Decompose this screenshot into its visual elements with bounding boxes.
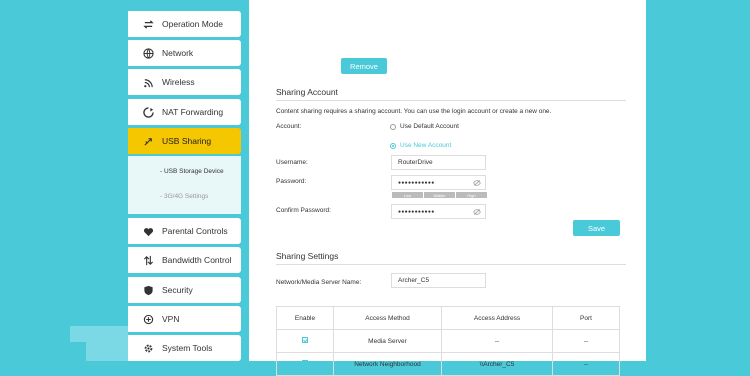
sidebar-item-wireless[interactable]: Wireless (128, 69, 241, 95)
username-label: Username: (276, 159, 308, 166)
sidebar-item-parental-controls[interactable]: Parental Controls (128, 218, 241, 244)
server-name-label: Network/Media Server Name: (276, 279, 362, 286)
sidebar-item-label: Security (162, 285, 193, 295)
table-row: Media Server -- -- (276, 329, 620, 353)
table-cell: Network Neighborhood (333, 352, 442, 376)
table-cell: Media Server (333, 329, 442, 353)
strength-middle: Middle (424, 192, 455, 198)
globe-icon (142, 47, 154, 59)
sharing-settings-title: Sharing Settings (276, 251, 339, 261)
sidebar-item-label: Network (162, 48, 194, 58)
submenu-item-usb-storage[interactable]: - USB Storage Device (160, 168, 224, 175)
vpn-icon (142, 313, 154, 325)
table-cell: -- (441, 329, 553, 353)
password-strength-meter: Low Middle High (392, 192, 487, 198)
sidebar-item-label: Parental Controls (162, 226, 228, 236)
sharing-account-description: Content sharing requires a sharing accou… (276, 108, 552, 115)
eye-icon[interactable] (473, 179, 481, 187)
heart-icon (142, 225, 154, 237)
sidebar-item-security[interactable]: Security (128, 277, 241, 303)
confirm-password-label: Confirm Password: (276, 207, 331, 214)
table-row: Network Neighborhood \\Archer_C5 -- (276, 352, 620, 376)
radio-new-account[interactable] (390, 143, 396, 149)
option-new-label[interactable]: Use New Account (400, 142, 451, 149)
nat-icon (142, 106, 154, 118)
sidebar-item-label: NAT Forwarding (162, 107, 224, 117)
sidebar-item-nat-forwarding[interactable]: NAT Forwarding (128, 99, 241, 125)
table-cell: \\Archer_C5 (441, 352, 553, 376)
divider (276, 264, 626, 265)
column-header: Port (552, 306, 620, 330)
username-value: RouterDrive (398, 159, 433, 166)
sharing-settings-table: Enable Access Method Access Address Port… (276, 306, 620, 376)
decor-block (70, 326, 128, 342)
remove-button[interactable]: Remove (341, 58, 387, 74)
column-header: Enable (276, 306, 334, 330)
sidebar-item-label: USB Sharing (162, 136, 212, 146)
divider (276, 100, 626, 101)
option-default-label[interactable]: Use Default Account (400, 123, 459, 130)
decor-block (86, 342, 128, 361)
enable-cell (276, 329, 334, 353)
sidebar-item-label: System Tools (162, 343, 213, 353)
sidebar-item-label: VPN (162, 314, 180, 324)
password-field[interactable]: ●●●●●●●●●●● (391, 175, 486, 190)
sidebar-item-system-tools[interactable]: System Tools (128, 335, 241, 361)
server-name-field[interactable]: Archer_C5 (391, 273, 486, 288)
strength-low: Low (392, 192, 423, 198)
sidebar-item-label: Wireless (162, 77, 195, 87)
table-header-row: Enable Access Method Access Address Port (276, 306, 620, 330)
swap-icon (142, 18, 154, 30)
gear-icon (142, 342, 154, 354)
password-value: ●●●●●●●●●●● (398, 179, 435, 186)
sidebar-item-vpn[interactable]: VPN (128, 306, 241, 332)
eye-icon[interactable] (473, 208, 481, 216)
sidebar-item-network[interactable]: Network (128, 40, 241, 66)
enable-checkbox[interactable] (302, 337, 308, 343)
sidebar-item-label: Bandwidth Control (162, 255, 232, 265)
arrows-icon (142, 254, 154, 266)
enable-cell (276, 352, 334, 376)
confirm-password-field[interactable]: ●●●●●●●●●●● (391, 204, 486, 219)
submenu-item-3g4g[interactable]: - 3G/4G Settings (160, 193, 208, 200)
column-header: Access Address (441, 306, 553, 330)
sidebar-item-usb-sharing[interactable]: USB Sharing (128, 128, 241, 154)
sidebar-item-label: Operation Mode (162, 19, 223, 29)
password-label: Password: (276, 178, 307, 185)
save-button[interactable]: Save (573, 220, 620, 236)
sidebar-item-operation-mode[interactable]: Operation Mode (128, 11, 241, 37)
sidebar-item-bandwidth-control[interactable]: Bandwidth Control (128, 247, 241, 273)
table-cell: -- (552, 329, 620, 353)
sidebar: Operation Mode Network Wireless NAT Forw… (128, 0, 241, 361)
column-header: Access Method (333, 306, 442, 330)
wifi-icon (142, 76, 154, 88)
usb-icon (142, 135, 154, 147)
table-cell: -- (552, 352, 620, 376)
main-panel: Remove Sharing Account Content sharing r… (249, 0, 646, 376)
username-field[interactable]: RouterDrive (391, 155, 486, 170)
strength-high: High (456, 192, 487, 198)
account-label: Account: (276, 123, 302, 130)
shield-icon (142, 284, 154, 296)
usb-submenu: - USB Storage Device - 3G/4G Settings (128, 156, 241, 214)
server-name-value: Archer_C5 (398, 277, 430, 284)
confirm-password-value: ●●●●●●●●●●● (398, 208, 435, 215)
sharing-account-title: Sharing Account (276, 87, 338, 97)
radio-default-account[interactable] (390, 124, 396, 130)
